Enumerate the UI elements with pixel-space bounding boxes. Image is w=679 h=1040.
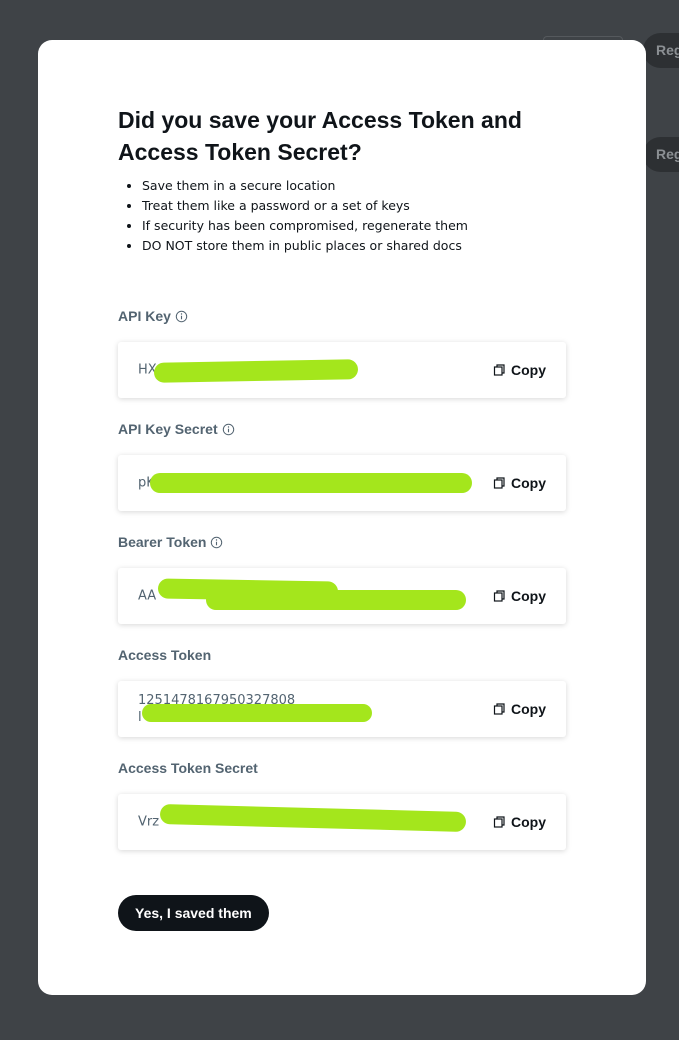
background-regenerate-button: Reg [643,137,679,172]
field-label-text: Access Token Secret [118,760,258,776]
copy-label: Copy [511,814,546,830]
api-key-field: HX Copy [118,342,566,398]
access-token-secret-field: Vrz Copy [118,794,566,850]
list-item: Treat them like a password or a set of k… [142,196,468,216]
list-item: If security has been compromised, regene… [142,216,468,236]
copy-api-key-button[interactable]: Copy [492,362,546,378]
copy-icon [493,703,505,715]
api-key-secret-label: API Key Secret [118,419,235,439]
redaction-mark [206,590,466,610]
guidance-list: Save them in a secure location Treat the… [118,176,468,256]
info-icon[interactable] [222,423,235,436]
copy-bearer-token-button[interactable]: Copy [492,588,546,604]
api-key-label: API Key [118,306,188,326]
redaction-mark [153,359,359,383]
redaction-mark [142,704,372,722]
field-label-text: Access Token [118,647,212,663]
access-token-field: 1251478167950327808 l Copy [118,681,566,737]
dialog-title: Did you save your Access Token and Acces… [118,107,522,165]
copy-icon [493,816,505,828]
info-icon[interactable] [175,310,188,323]
confirm-saved-button[interactable]: Yes, I saved them [118,895,269,931]
list-item: DO NOT store them in public places or sh… [142,236,468,256]
list-item: Save them in a secure location [142,176,468,196]
bearer-token-field: AA Copy [118,568,566,624]
copy-label: Copy [511,475,546,491]
copy-label: Copy [511,362,546,378]
api-key-secret-field: pK Copy [118,455,566,511]
save-tokens-dialog: Did you save your Access Token and Acces… [38,40,646,995]
copy-icon [493,477,505,489]
copy-label: Copy [511,701,546,717]
copy-access-token-button[interactable]: Copy [492,701,546,717]
copy-api-key-secret-button[interactable]: Copy [492,475,546,491]
access-token-label: Access Token [118,645,211,665]
background-regenerate-button: Reg [643,33,679,68]
copy-access-token-secret-button[interactable]: Copy [492,814,546,830]
field-label-text: API Key [118,308,171,324]
bearer-token-label: Bearer Token [118,532,223,552]
copy-icon [493,364,505,376]
access-token-secret-label: Access Token Secret [118,758,258,778]
field-label-text: Bearer Token [118,534,207,550]
redaction-mark [150,473,472,493]
info-icon[interactable] [210,536,223,549]
field-label-text: API Key Secret [118,421,218,437]
copy-icon [493,590,505,602]
copy-label: Copy [511,588,546,604]
